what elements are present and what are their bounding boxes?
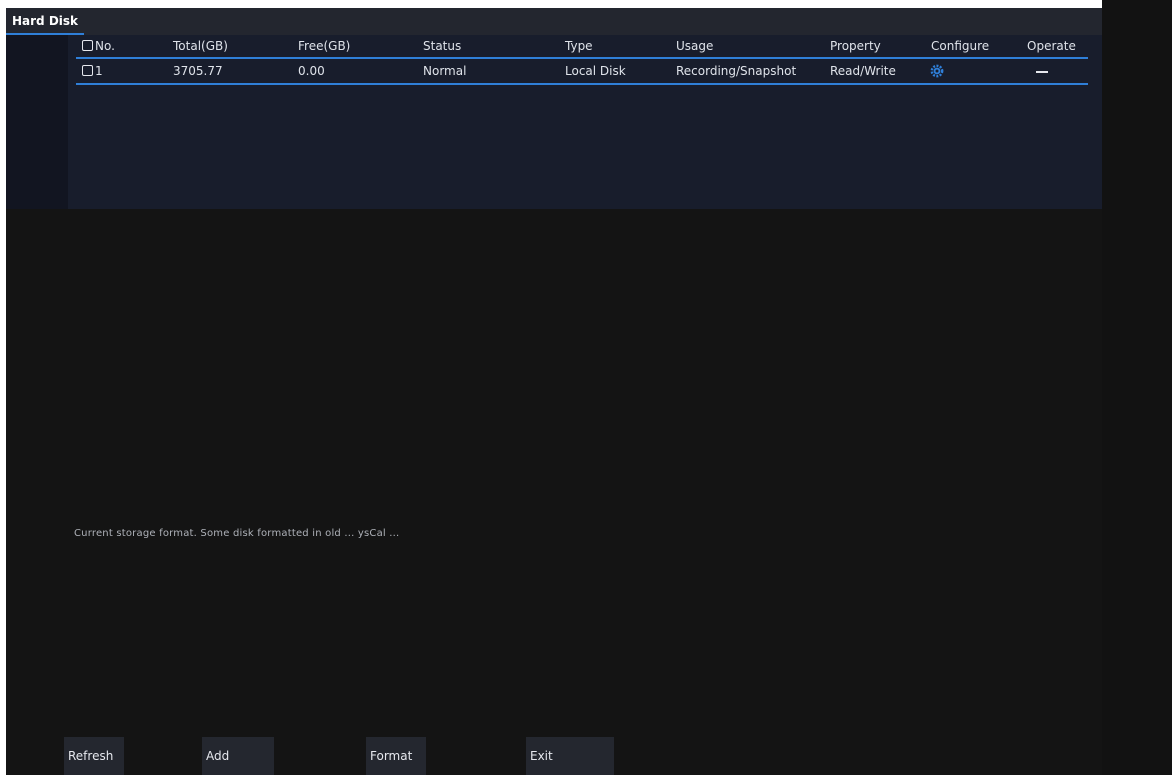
status-message: Current storage format. Some disk format…: [74, 528, 400, 539]
row-usage: Recording/Snapshot: [676, 64, 797, 78]
row-status: Normal: [423, 64, 467, 78]
hard-disk-screen: Hard Disk No. Total(GB) Free(GB) Status …: [6, 8, 1116, 775]
header-free: Free(GB): [298, 39, 351, 53]
row-total: 3705.77: [173, 64, 223, 78]
row-checkbox[interactable]: [82, 65, 93, 76]
row-property: Read/Write: [830, 64, 896, 78]
header-configure: Configure: [931, 39, 990, 53]
table-header: No. Total(GB) Free(GB) Status Type Usage…: [76, 35, 1088, 59]
operate-none-dash: [1036, 71, 1048, 73]
header-property: Property: [830, 39, 881, 53]
header-status: Status: [423, 39, 462, 53]
table-row[interactable]: 1 3705.77 0.00 Normal Local Disk Recordi…: [76, 59, 1088, 85]
tab-hard-disk[interactable]: Hard Disk: [6, 8, 85, 35]
format-button[interactable]: Format: [366, 737, 426, 775]
row-free: 0.00: [298, 64, 325, 78]
header-operate: Operate: [1027, 39, 1076, 53]
row-no-value: 1: [95, 64, 103, 78]
panel-left-strip: [6, 35, 68, 209]
exit-button[interactable]: Exit: [526, 737, 614, 775]
row-no: 1: [82, 59, 103, 83]
header-no-label: No.: [95, 39, 115, 53]
title-bar: Hard Disk: [6, 8, 1102, 35]
header-no: No.: [82, 35, 115, 57]
select-all-checkbox[interactable]: [82, 40, 93, 51]
header-usage: Usage: [676, 39, 714, 53]
header-type: Type: [565, 39, 593, 53]
header-total: Total(GB): [173, 39, 228, 53]
right-margin-band: [1102, 0, 1172, 775]
row-type: Local Disk: [565, 64, 626, 78]
gear-icon[interactable]: [930, 64, 944, 78]
disk-table: No. Total(GB) Free(GB) Status Type Usage…: [76, 35, 1088, 85]
window-title: Hard Disk: [12, 14, 79, 28]
refresh-button[interactable]: Refresh: [64, 737, 124, 775]
add-button[interactable]: Add: [202, 737, 274, 775]
